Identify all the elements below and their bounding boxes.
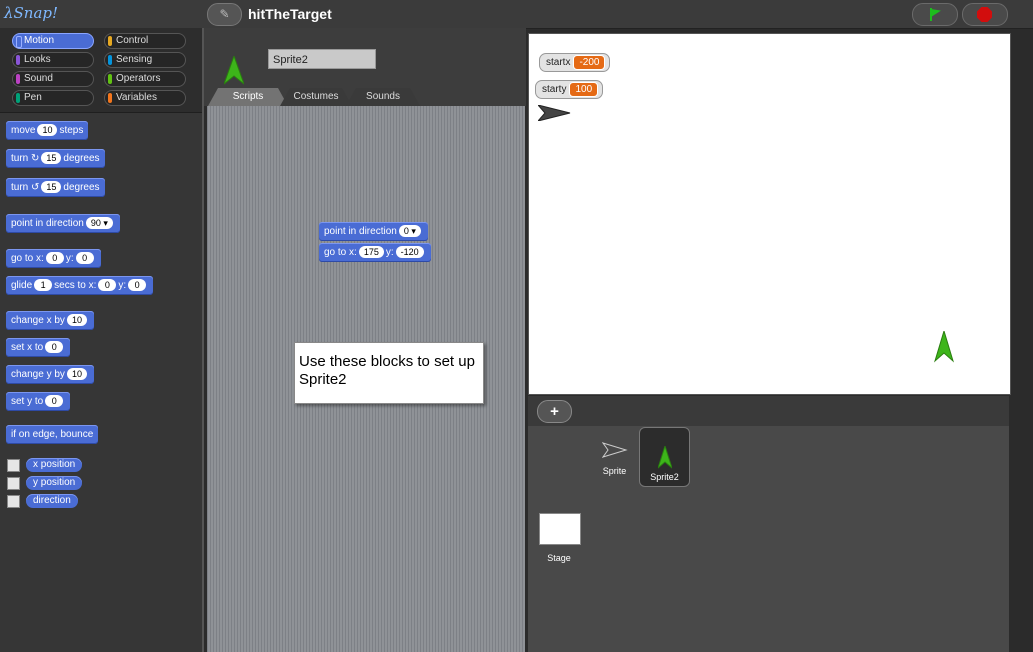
stop-icon	[977, 7, 992, 22]
change-y-block[interactable]: change y by 10	[6, 365, 94, 384]
snap-logo[interactable]: λSnap!	[4, 4, 58, 24]
corral-sprite[interactable]: Sprite	[590, 428, 639, 486]
corral-toolbar	[528, 396, 1009, 426]
script-point-in-direction-block[interactable]: point in direction 0 ▾	[319, 222, 428, 241]
move-steps-block[interactable]: move 10 steps	[6, 121, 89, 140]
comment-note[interactable]: Use these blocks to set up Sprite2	[294, 342, 484, 404]
watcher-starty[interactable]: starty 100	[535, 80, 604, 99]
corral-sprite2[interactable]: Sprite2	[639, 427, 690, 487]
sprite-name-field[interactable]: Sprite2	[268, 49, 376, 69]
category-operators[interactable]: Operators	[104, 71, 186, 87]
x-position-checkbox[interactable]	[7, 459, 20, 472]
category-pen[interactable]: Pen	[12, 90, 94, 106]
watcher-startx[interactable]: startx -200	[539, 53, 611, 72]
category-looks[interactable]: Looks	[12, 52, 94, 68]
y-position-reporter[interactable]: y position	[26, 476, 83, 490]
sprite-costume-thumbnail	[224, 56, 244, 85]
tab-costumes[interactable]: Costumes	[280, 88, 352, 106]
point-in-direction-block[interactable]: point in direction 90 ▾	[6, 214, 120, 233]
sprite2-icon	[656, 444, 673, 470]
project-title: hitTheTarget	[248, 6, 332, 22]
sprite2-costume[interactable]	[934, 331, 954, 363]
top-bar	[0, 0, 1033, 29]
glide-block[interactable]: glide 1 secs to x: 0 y: 0	[6, 276, 154, 295]
pencil-icon[interactable]: ✎	[207, 3, 242, 26]
category-control[interactable]: Control	[104, 33, 186, 49]
tab-scripts[interactable]: Scripts	[208, 88, 288, 106]
go-to-xy-block[interactable]: go to x: 0 y: 0	[6, 249, 101, 268]
turn-counterclockwise-icon: ↺	[31, 182, 40, 193]
set-x-block[interactable]: set x to 0	[6, 338, 71, 357]
stage-thumbnail[interactable]	[539, 513, 581, 545]
category-sound[interactable]: Sound	[12, 71, 94, 87]
x-position-reporter[interactable]: x position	[26, 458, 83, 472]
stop-button[interactable]	[962, 3, 1008, 26]
window-edge	[1011, 33, 1033, 652]
turn-counterclockwise-block[interactable]: turn ↺ 15 degrees	[6, 178, 105, 197]
green-flag-button[interactable]	[912, 3, 958, 26]
stage-label: Stage	[547, 553, 571, 563]
stage[interactable]: startx -200 starty 100	[528, 33, 1011, 395]
change-x-block[interactable]: change x by 10	[6, 311, 94, 330]
category-motion[interactable]: Motion	[12, 33, 94, 49]
sprite-arrow-icon	[601, 442, 628, 458]
turn-clockwise-block[interactable]: turn ↻ 15 degrees	[6, 149, 105, 168]
bounce-block[interactable]: if on edge, bounce	[6, 425, 99, 444]
direction-reporter[interactable]: direction	[26, 494, 78, 508]
category-variables[interactable]: Variables	[104, 90, 186, 106]
add-sprite-button[interactable]: +	[537, 400, 572, 423]
turn-clockwise-icon: ↻	[31, 153, 40, 164]
script-go-to-xy-block[interactable]: go to x: 175 y: -120	[319, 243, 431, 262]
set-y-block[interactable]: set y to 0	[6, 392, 71, 411]
tab-sounds[interactable]: Sounds	[346, 88, 420, 106]
direction-checkbox[interactable]	[7, 495, 20, 508]
sprite-arrow[interactable]	[538, 105, 572, 121]
category-sensing[interactable]: Sensing	[104, 52, 186, 68]
y-position-checkbox[interactable]	[7, 477, 20, 490]
